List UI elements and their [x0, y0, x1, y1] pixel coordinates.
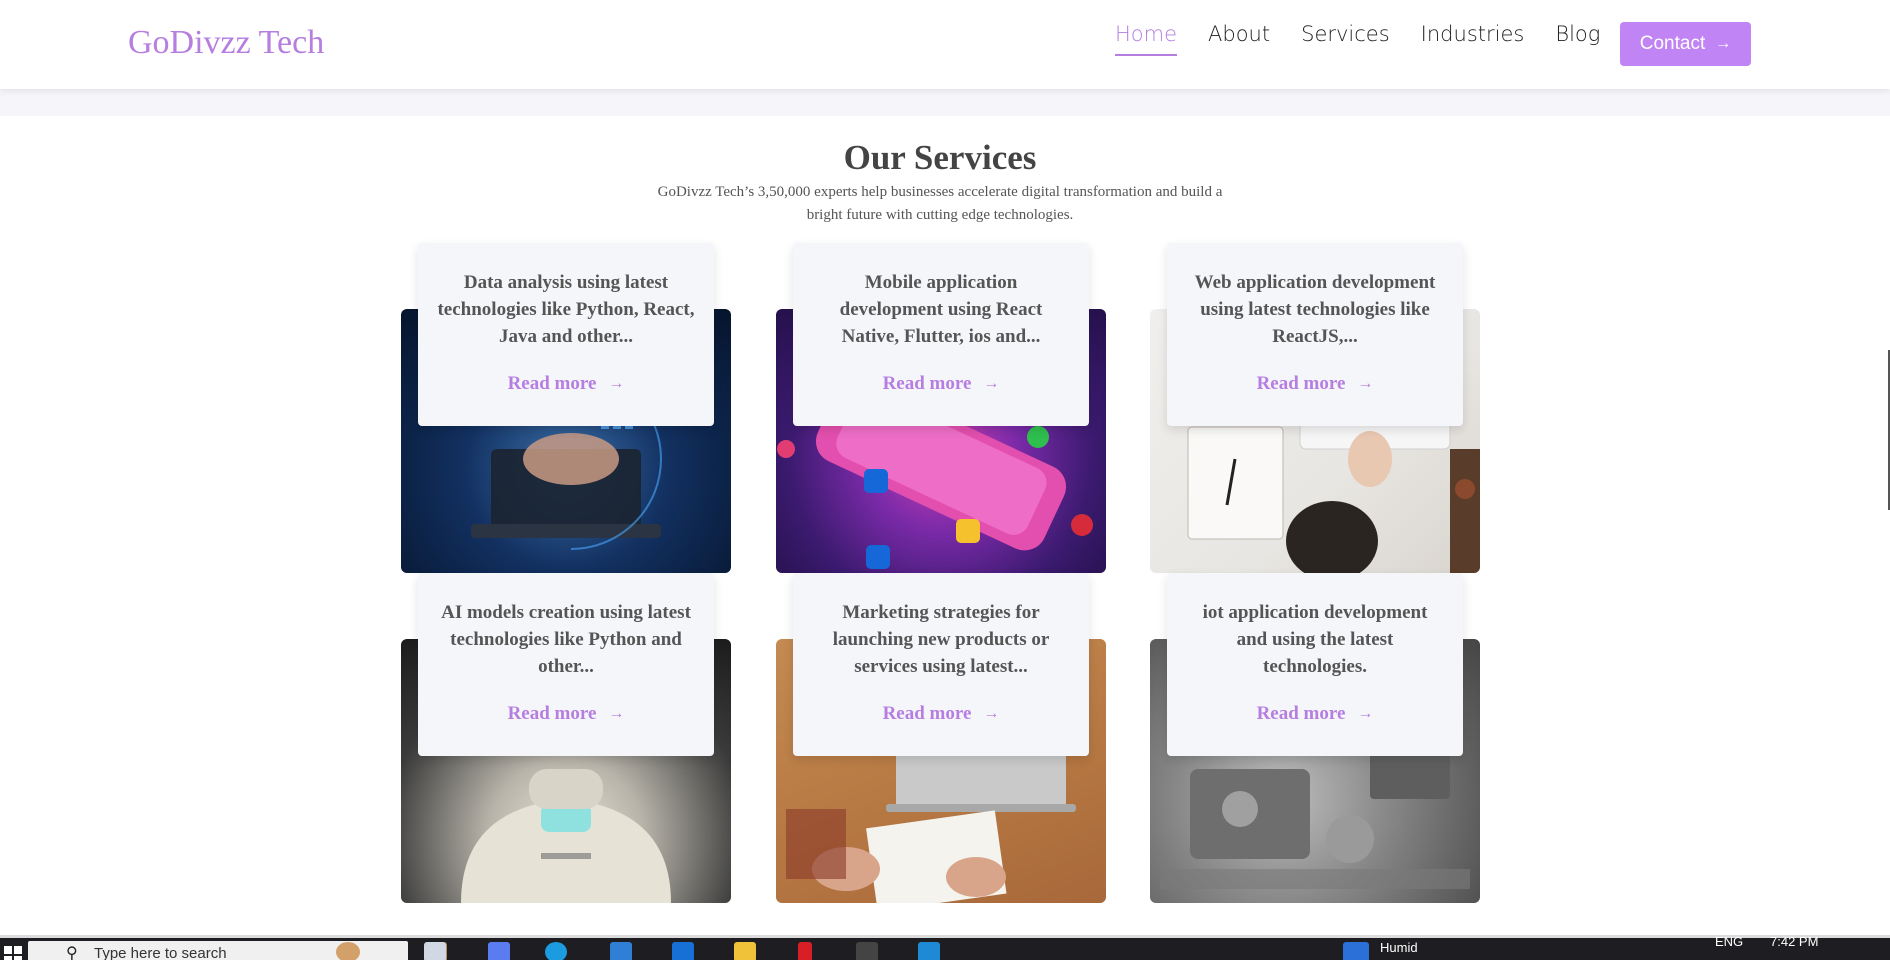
service-card-panel: AI models creation using latest technolo… [418, 573, 714, 756]
nav-industries[interactable]: Industries [1421, 22, 1525, 56]
nav-about[interactable]: About [1208, 22, 1270, 56]
section-subtitle: GoDivzz Tech’s 3,50,000 experts help bus… [657, 184, 1223, 223]
clock-time[interactable]: 7:42 PM [1770, 934, 1818, 949]
task-view-icon[interactable] [424, 942, 446, 960]
arrow-right-icon: → [1357, 705, 1374, 722]
service-description: Web application development using latest… [1194, 272, 1436, 347]
nav-blog[interactable]: Blog [1555, 22, 1600, 56]
vscode-icon[interactable] [918, 942, 940, 960]
service-card-mobile-app: Mobile application development using Rea… [776, 243, 1106, 573]
contact-button-label: Contact [1639, 33, 1706, 54]
contact-button[interactable]: Contact → [1620, 22, 1751, 66]
site-logo[interactable]: GoDivzz Tech [128, 24, 324, 62]
read-more-label: Read more [882, 373, 972, 394]
service-card-panel: iot application development and using th… [1167, 573, 1463, 756]
nav-services[interactable]: Services [1301, 22, 1390, 56]
main-nav: Home About Services Industries Blog [1115, 22, 1600, 56]
nav-home[interactable]: Home [1115, 22, 1178, 56]
weather-icon[interactable] [1343, 942, 1369, 960]
arrow-right-icon: → [608, 705, 625, 722]
site-header: GoDivzz Tech Home About Services Industr… [0, 0, 1890, 89]
service-description: Marketing strategies for launching new p… [832, 602, 1050, 677]
netflix-icon[interactable] [798, 942, 812, 960]
service-description: Mobile application development using Rea… [839, 272, 1043, 347]
service-card-iot: iot application development and using th… [1150, 573, 1480, 903]
arrow-right-icon: → [1715, 35, 1732, 52]
service-card-marketing: Marketing strategies for launching new p… [776, 573, 1106, 903]
service-description: Data analysis using latest technologies … [437, 272, 695, 347]
arrow-right-icon: → [1357, 375, 1374, 392]
mail-icon[interactable] [672, 942, 694, 960]
service-description: AI models creation using latest technolo… [441, 602, 691, 677]
search-placeholder: Type here to search [94, 945, 227, 960]
edge-browser-icon[interactable] [545, 942, 567, 960]
read-more-link[interactable]: Read more → [883, 373, 1000, 395]
file-explorer-icon[interactable] [734, 942, 756, 960]
service-card-panel: Marketing strategies for launching new p… [793, 573, 1089, 756]
service-card-ai-models: AI models creation using latest technolo… [401, 573, 731, 903]
windows-start-icon[interactable] [4, 946, 22, 960]
read-more-label: Read more [882, 703, 972, 724]
service-card-panel: Data analysis using latest technologies … [418, 243, 714, 426]
read-more-label: Read more [507, 373, 597, 394]
terminal-icon[interactable] [856, 942, 878, 960]
store-icon[interactable] [610, 942, 632, 960]
section-title: Our Services [843, 138, 1037, 177]
read-more-link[interactable]: Read more → [508, 373, 625, 395]
service-card-panel: Mobile application development using Rea… [793, 243, 1089, 426]
arrow-right-icon: → [983, 375, 1000, 392]
taskbar-app-icon[interactable] [336, 942, 360, 960]
service-card-panel: Web application development using latest… [1167, 243, 1463, 426]
copilot-icon[interactable] [488, 942, 510, 960]
service-description: iot application development and using th… [1202, 602, 1428, 677]
service-card-data-analysis: Data analysis using latest technologies … [401, 243, 731, 573]
search-icon: ⚲ [66, 945, 78, 960]
read-more-link[interactable]: Read more → [883, 703, 1000, 725]
service-card-web-app: Web application development using latest… [1150, 243, 1480, 573]
weather-label[interactable]: Humid [1380, 940, 1418, 955]
read-more-link[interactable]: Read more → [508, 703, 625, 725]
arrow-right-icon: → [983, 705, 1000, 722]
read-more-label: Read more [507, 703, 597, 724]
windows-taskbar: ⚲ Type here to search Humid ENG 7:42 PM [0, 934, 1890, 960]
read-more-label: Read more [1256, 373, 1346, 394]
read-more-label: Read more [1256, 703, 1346, 724]
arrow-right-icon: → [608, 375, 625, 392]
read-more-link[interactable]: Read more → [1257, 373, 1374, 395]
language-indicator[interactable]: ENG [1715, 934, 1743, 949]
section-divider-band [0, 89, 1890, 116]
read-more-link[interactable]: Read more → [1257, 703, 1374, 725]
